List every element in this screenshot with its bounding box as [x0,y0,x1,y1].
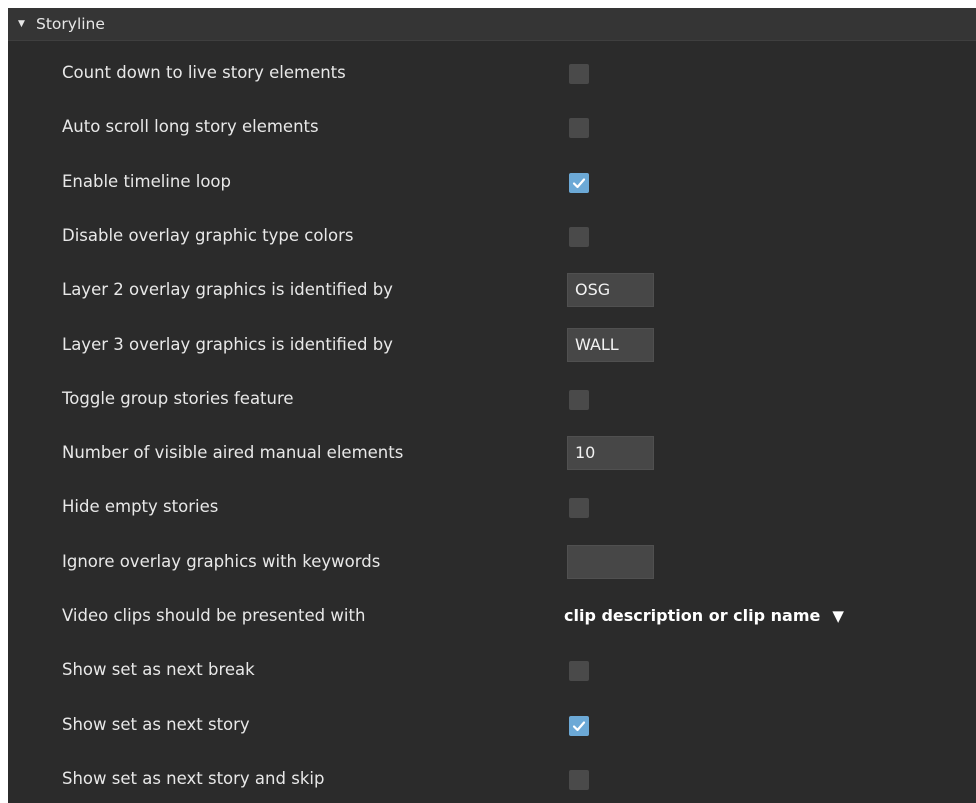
setting-label: Count down to live story elements [62,63,346,82]
settings-panel: ▼ Storyline Count down to live story ele… [8,8,976,803]
setting-row-number-of-visible-aired-manual-elements: Number of visible aired manual elements 1… [8,426,976,480]
setting-label: Show set as next break [62,660,255,679]
setting-checkbox[interactable] [569,390,589,410]
setting-row-show-set-as-next-break: Show set as next break [8,643,976,697]
setting-checkbox[interactable] [569,498,589,518]
setting-checkbox[interactable] [569,770,589,790]
checkmark-icon [572,178,586,189]
setting-label: Show set as next story and skip [62,769,325,788]
expand-triangle-icon[interactable]: ▼ [18,8,25,40]
setting-checkbox[interactable] [569,64,589,84]
setting-text-input[interactable]: WALL [567,328,654,362]
setting-row-show-set-as-next-story: Show set as next story [8,698,976,752]
setting-text-input[interactable]: OSG [567,273,654,307]
setting-label: Disable overlay graphic type colors [62,226,354,245]
setting-label: Hide empty stories [62,497,219,516]
setting-checkbox[interactable] [569,227,589,247]
setting-label: Show set as next story [62,715,250,734]
setting-text-input[interactable]: 10 [567,436,654,470]
setting-row-layer-2-overlay-graphics-is-identified-by: Layer 2 overlay graphics is identified b… [8,263,976,317]
setting-row-toggle-group-stories-feature: Toggle group stories feature [8,372,976,426]
dropdown-arrow-icon: ▼ [832,607,844,625]
dropdown-value: clip description or clip name [564,606,821,625]
setting-label: Layer 2 overlay graphics is identified b… [62,280,393,299]
setting-label: Layer 3 overlay graphics is identified b… [62,335,393,354]
setting-row-count-down-to-live-story-elements: Count down to live story elements [8,46,976,100]
setting-label: Enable timeline loop [62,172,231,191]
setting-row-ignore-overlay-graphics-with-keywords: Ignore overlay graphics with keywords [8,535,976,589]
setting-checkbox[interactable] [569,661,589,681]
setting-label: Auto scroll long story elements [62,117,319,136]
setting-label: Toggle group stories feature [62,389,294,408]
section-title: Storyline [36,15,105,33]
setting-label: Ignore overlay graphics with keywords [62,552,381,571]
storyline-section-header[interactable]: ▼ Storyline [8,8,976,41]
setting-checkbox[interactable] [569,173,589,193]
setting-row-hide-empty-stories: Hide empty stories [8,480,976,534]
setting-row-layer-3-overlay-graphics-is-identified-by: Layer 3 overlay graphics is identified b… [8,318,976,372]
setting-row-enable-timeline-loop: Enable timeline loop [8,155,976,209]
checkmark-icon [572,721,586,732]
setting-checkbox[interactable] [569,716,589,736]
setting-checkbox[interactable] [569,118,589,138]
setting-label: Number of visible aired manual elements [62,443,404,462]
setting-row-disable-overlay-graphic-type-colors: Disable overlay graphic type colors [8,209,976,263]
setting-row-video-clips-should-be-presented-with: Video clips should be presented with clip… [8,589,976,643]
setting-row-auto-scroll-long-story-elements: Auto scroll long story elements [8,100,976,154]
setting-text-input[interactable] [567,545,654,579]
setting-label: Video clips should be presented with [62,606,366,625]
setting-row-show-set-as-next-story-and-skip: Show set as next story and skip [8,752,976,803]
setting-dropdown[interactable]: clip description or clip name ▼ [564,589,844,643]
